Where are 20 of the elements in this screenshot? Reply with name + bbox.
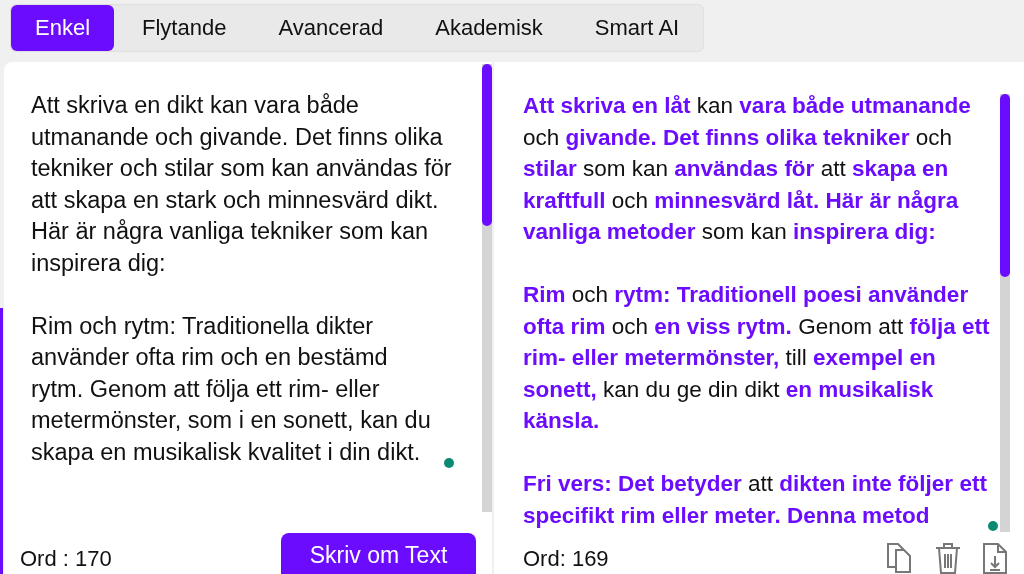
paragraph: Rim och rytm: Traditionella dikter använder ofta rim och en bestämd rytm. Genom att följa ett rim- eller metermönster, som i en sonett, kan du skapa en musikalisk kvalitet i din dikt. (31, 311, 432, 467)
download-file-icon[interactable] (982, 542, 1008, 574)
dot-icon (444, 458, 454, 468)
word-count: Ord: 169 (523, 546, 609, 573)
rewrite-button[interactable]: Skriv om Text (281, 533, 476, 574)
dot-icon (988, 521, 998, 531)
paragraph: Rim och rytm: Traditionell poesi använder ofta rim och en viss rytm. Genom att följa ett rim- eller metermönster, till exempel en sonett, kan du ge din dikt en musikalisk känsla. (523, 281, 991, 435)
tab[interactable]: Avancerad (254, 5, 408, 51)
tab[interactable]: Akademisk (411, 5, 567, 51)
word-count: Ord : 170 (20, 546, 112, 573)
tab[interactable]: Flytande (118, 5, 251, 51)
paragraph: Fri vers: Det betyder att dikten inte följer ett specifikt rim eller meter. Denna metod (523, 470, 987, 530)
scrollbar[interactable] (482, 64, 492, 512)
tab[interactable]: Enkel (11, 5, 115, 51)
paragraph: Att skriva en låt kan vara både utmanande och givande. Det finns olika tekniker och stilar som kan användas för att skapa en kraftfull och minnesvärd låt. Här är några vanliga metoder som kan inspirera dig: (523, 92, 972, 246)
copy-icon[interactable] (886, 542, 914, 574)
scrollbar[interactable] (1000, 94, 1010, 532)
tab[interactable]: Smart AI (570, 5, 704, 51)
paragraph: Att skriva en dikt kan vara både utmanande och givande. Det finns olika tekniker och stilar som kan användas för att skapa en stark och minnesvärd dikt. Här är några vanliga tekniker som kan inspirera dig: (31, 91, 453, 278)
trash-icon[interactable] (934, 542, 962, 574)
